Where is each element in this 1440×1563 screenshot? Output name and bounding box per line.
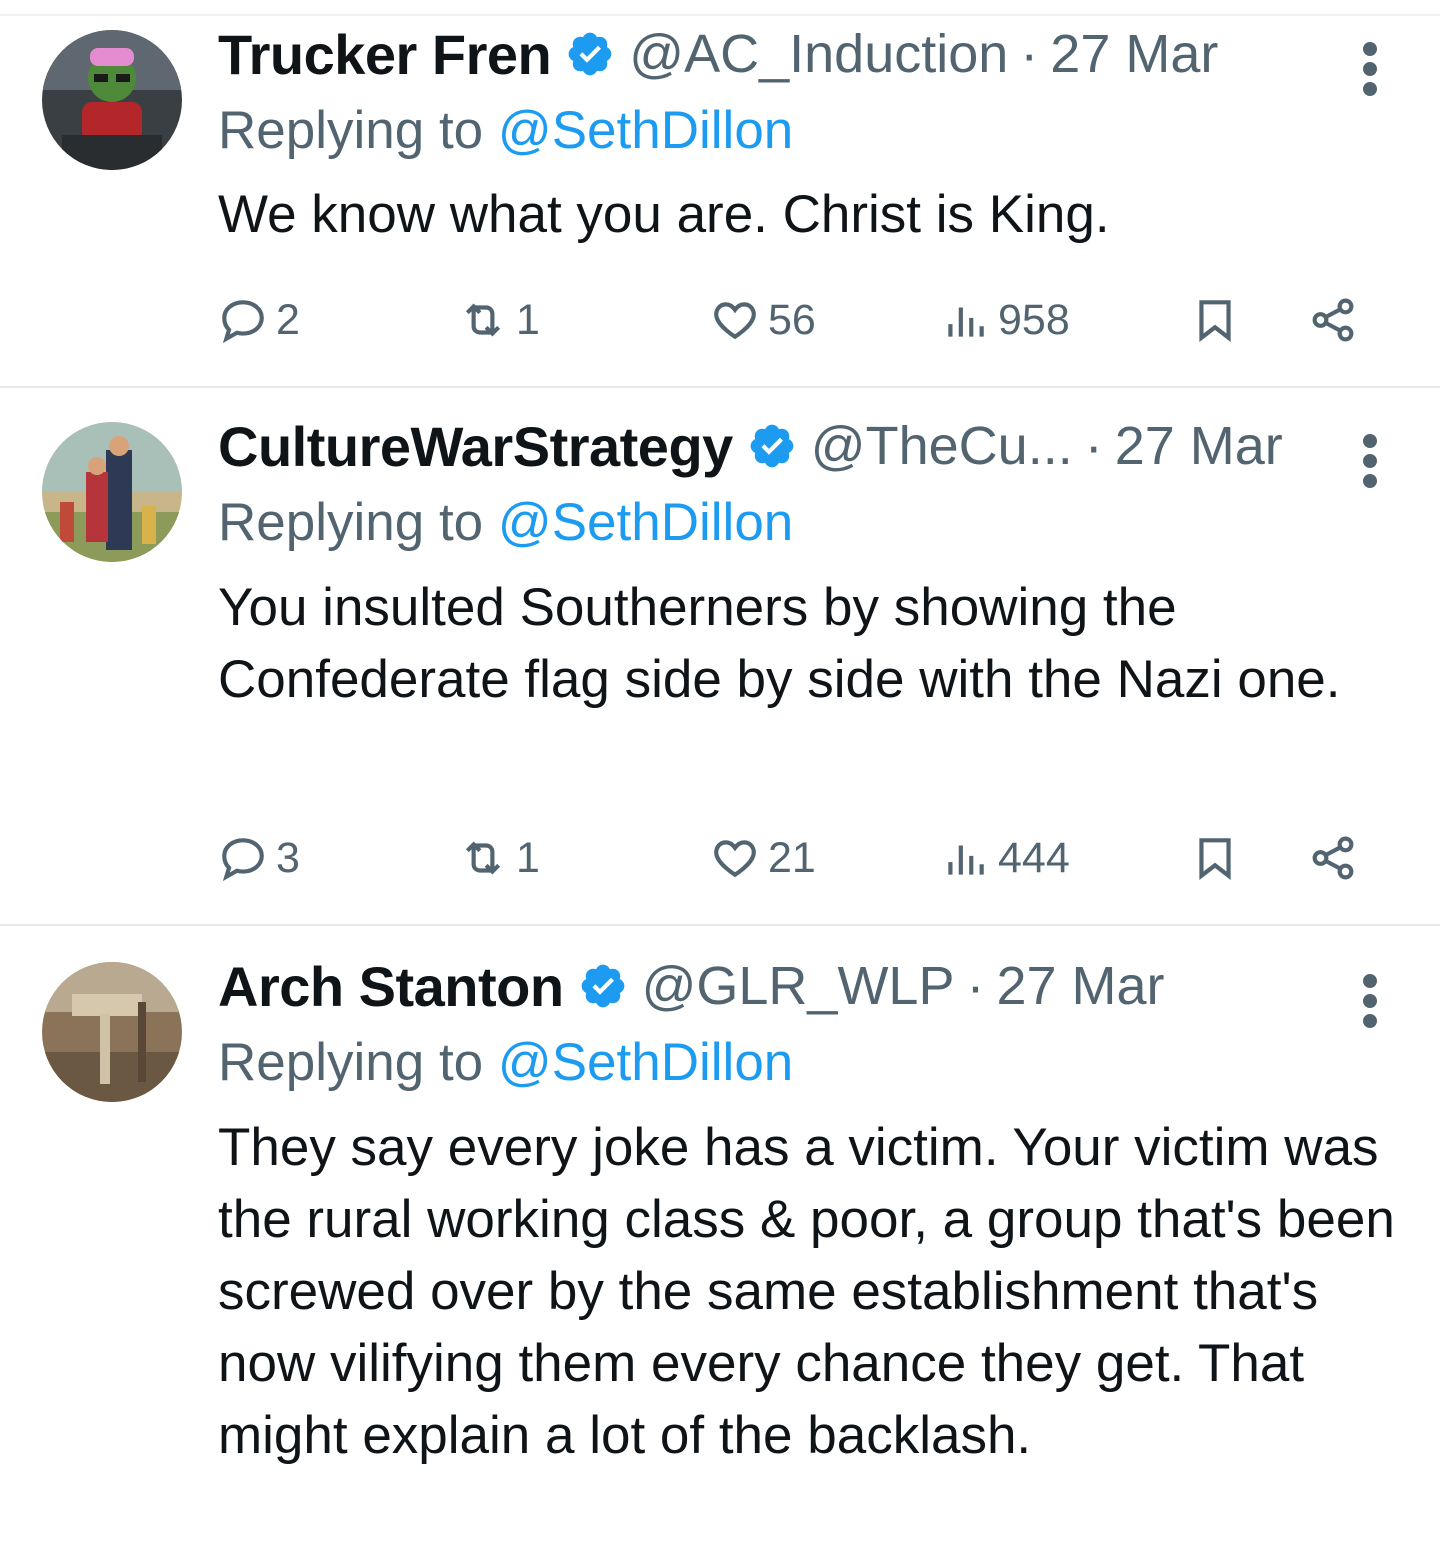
views-button[interactable]: 444 xyxy=(940,828,1070,888)
reply-icon xyxy=(222,300,264,344)
retweet-icon xyxy=(465,303,501,337)
reply-count: 3 xyxy=(276,833,300,882)
share-icon xyxy=(1312,298,1354,342)
tweet-divider xyxy=(0,386,1440,388)
tweet-3[interactable]: Arch Stanton @GLR_WLP · 27 Mar Replying … xyxy=(0,955,1440,1563)
view-count: 444 xyxy=(998,833,1070,882)
avatar[interactable] xyxy=(42,422,182,562)
display-name[interactable]: Trucker Fren xyxy=(218,22,552,87)
replying-to: Replying to @SethDillon xyxy=(218,492,793,553)
avatar[interactable] xyxy=(42,30,182,170)
timestamp[interactable]: 27 Mar xyxy=(1115,415,1283,477)
bookmark-button[interactable] xyxy=(1190,290,1248,350)
bookmark-icon xyxy=(1199,300,1231,342)
like-icon xyxy=(714,840,756,878)
user-handle[interactable]: @GLR_WLP xyxy=(642,955,955,1017)
views-icon xyxy=(948,845,984,875)
user-handle[interactable]: @AC_Induction xyxy=(629,23,1008,85)
display-name[interactable]: Arch Stanton xyxy=(218,954,564,1019)
action-bar: 2 1 56 958 xyxy=(218,290,1398,350)
replying-to: Replying to @SethDillon xyxy=(218,1032,793,1093)
reply-icon xyxy=(222,838,264,882)
replying-to-label: Replying to xyxy=(218,1033,498,1092)
tweet-text: You insulted Southerners by showing the … xyxy=(218,578,1341,709)
tweet-text: We know what you are. Christ is King. xyxy=(218,185,1110,244)
separator-dot: · xyxy=(1084,416,1103,476)
retweet-count: 1 xyxy=(516,833,540,882)
view-count: 958 xyxy=(998,295,1070,344)
timestamp[interactable]: 27 Mar xyxy=(1050,23,1218,85)
tweet-divider xyxy=(0,924,1440,926)
verified-badge-icon xyxy=(568,32,612,76)
reply-button[interactable]: 2 xyxy=(218,290,300,350)
share-button[interactable] xyxy=(1308,828,1366,888)
retweet-button[interactable]: 1 xyxy=(458,290,540,350)
views-icon xyxy=(948,307,984,337)
bookmark-icon xyxy=(1199,838,1231,880)
tweet-2[interactable]: CultureWarStrategy @TheCu... · 27 Mar Re… xyxy=(0,415,1440,926)
action-bar: 3 1 21 444 xyxy=(218,828,1398,888)
retweet-icon xyxy=(465,841,501,875)
tweet-header: Trucker Fren @AC_Induction · 27 Mar xyxy=(218,14,1218,94)
like-button[interactable]: 56 xyxy=(710,290,816,350)
more-options-icon[interactable] xyxy=(1350,424,1390,504)
replying-to-link[interactable]: @SethDillon xyxy=(498,493,793,552)
retweet-button[interactable]: 1 xyxy=(458,828,540,888)
replying-to-label: Replying to xyxy=(218,493,498,552)
timestamp[interactable]: 27 Mar xyxy=(996,955,1164,1017)
share-button[interactable] xyxy=(1308,290,1366,350)
more-options-icon[interactable] xyxy=(1350,32,1390,112)
bookmark-button[interactable] xyxy=(1190,828,1248,888)
separator-dot: · xyxy=(1020,24,1039,84)
reply-count: 2 xyxy=(276,295,300,344)
separator-dot: · xyxy=(966,956,985,1016)
like-count: 21 xyxy=(768,833,816,882)
reply-button[interactable]: 3 xyxy=(218,828,300,888)
avatar[interactable] xyxy=(42,962,182,1102)
like-icon xyxy=(714,302,756,340)
replying-to-link[interactable]: @SethDillon xyxy=(498,101,793,160)
more-options-icon[interactable] xyxy=(1350,964,1390,1044)
replying-to-label: Replying to xyxy=(218,101,498,160)
like-button[interactable]: 21 xyxy=(710,828,816,888)
verified-badge-icon xyxy=(581,964,624,1008)
like-count: 56 xyxy=(768,295,816,344)
share-icon xyxy=(1312,836,1354,880)
user-handle[interactable]: @TheCu... xyxy=(811,415,1073,477)
retweet-count: 1 xyxy=(516,295,540,344)
display-name[interactable]: CultureWarStrategy xyxy=(218,414,733,479)
replying-to: Replying to @SethDillon xyxy=(218,100,793,161)
views-button[interactable]: 958 xyxy=(940,290,1070,350)
tweet-header: CultureWarStrategy @TheCu... · 27 Mar xyxy=(218,406,1283,486)
verified-badge-icon xyxy=(750,424,794,468)
tweet-1[interactable]: Trucker Fren @AC_Induction · 27 Mar Repl… xyxy=(0,23,1440,390)
tweet-text: They say every joke has a victim. Your v… xyxy=(218,1118,1395,1465)
tweet-header: Arch Stanton @GLR_WLP · 27 Mar xyxy=(218,946,1165,1026)
replying-to-link[interactable]: @SethDillon xyxy=(498,1033,793,1092)
